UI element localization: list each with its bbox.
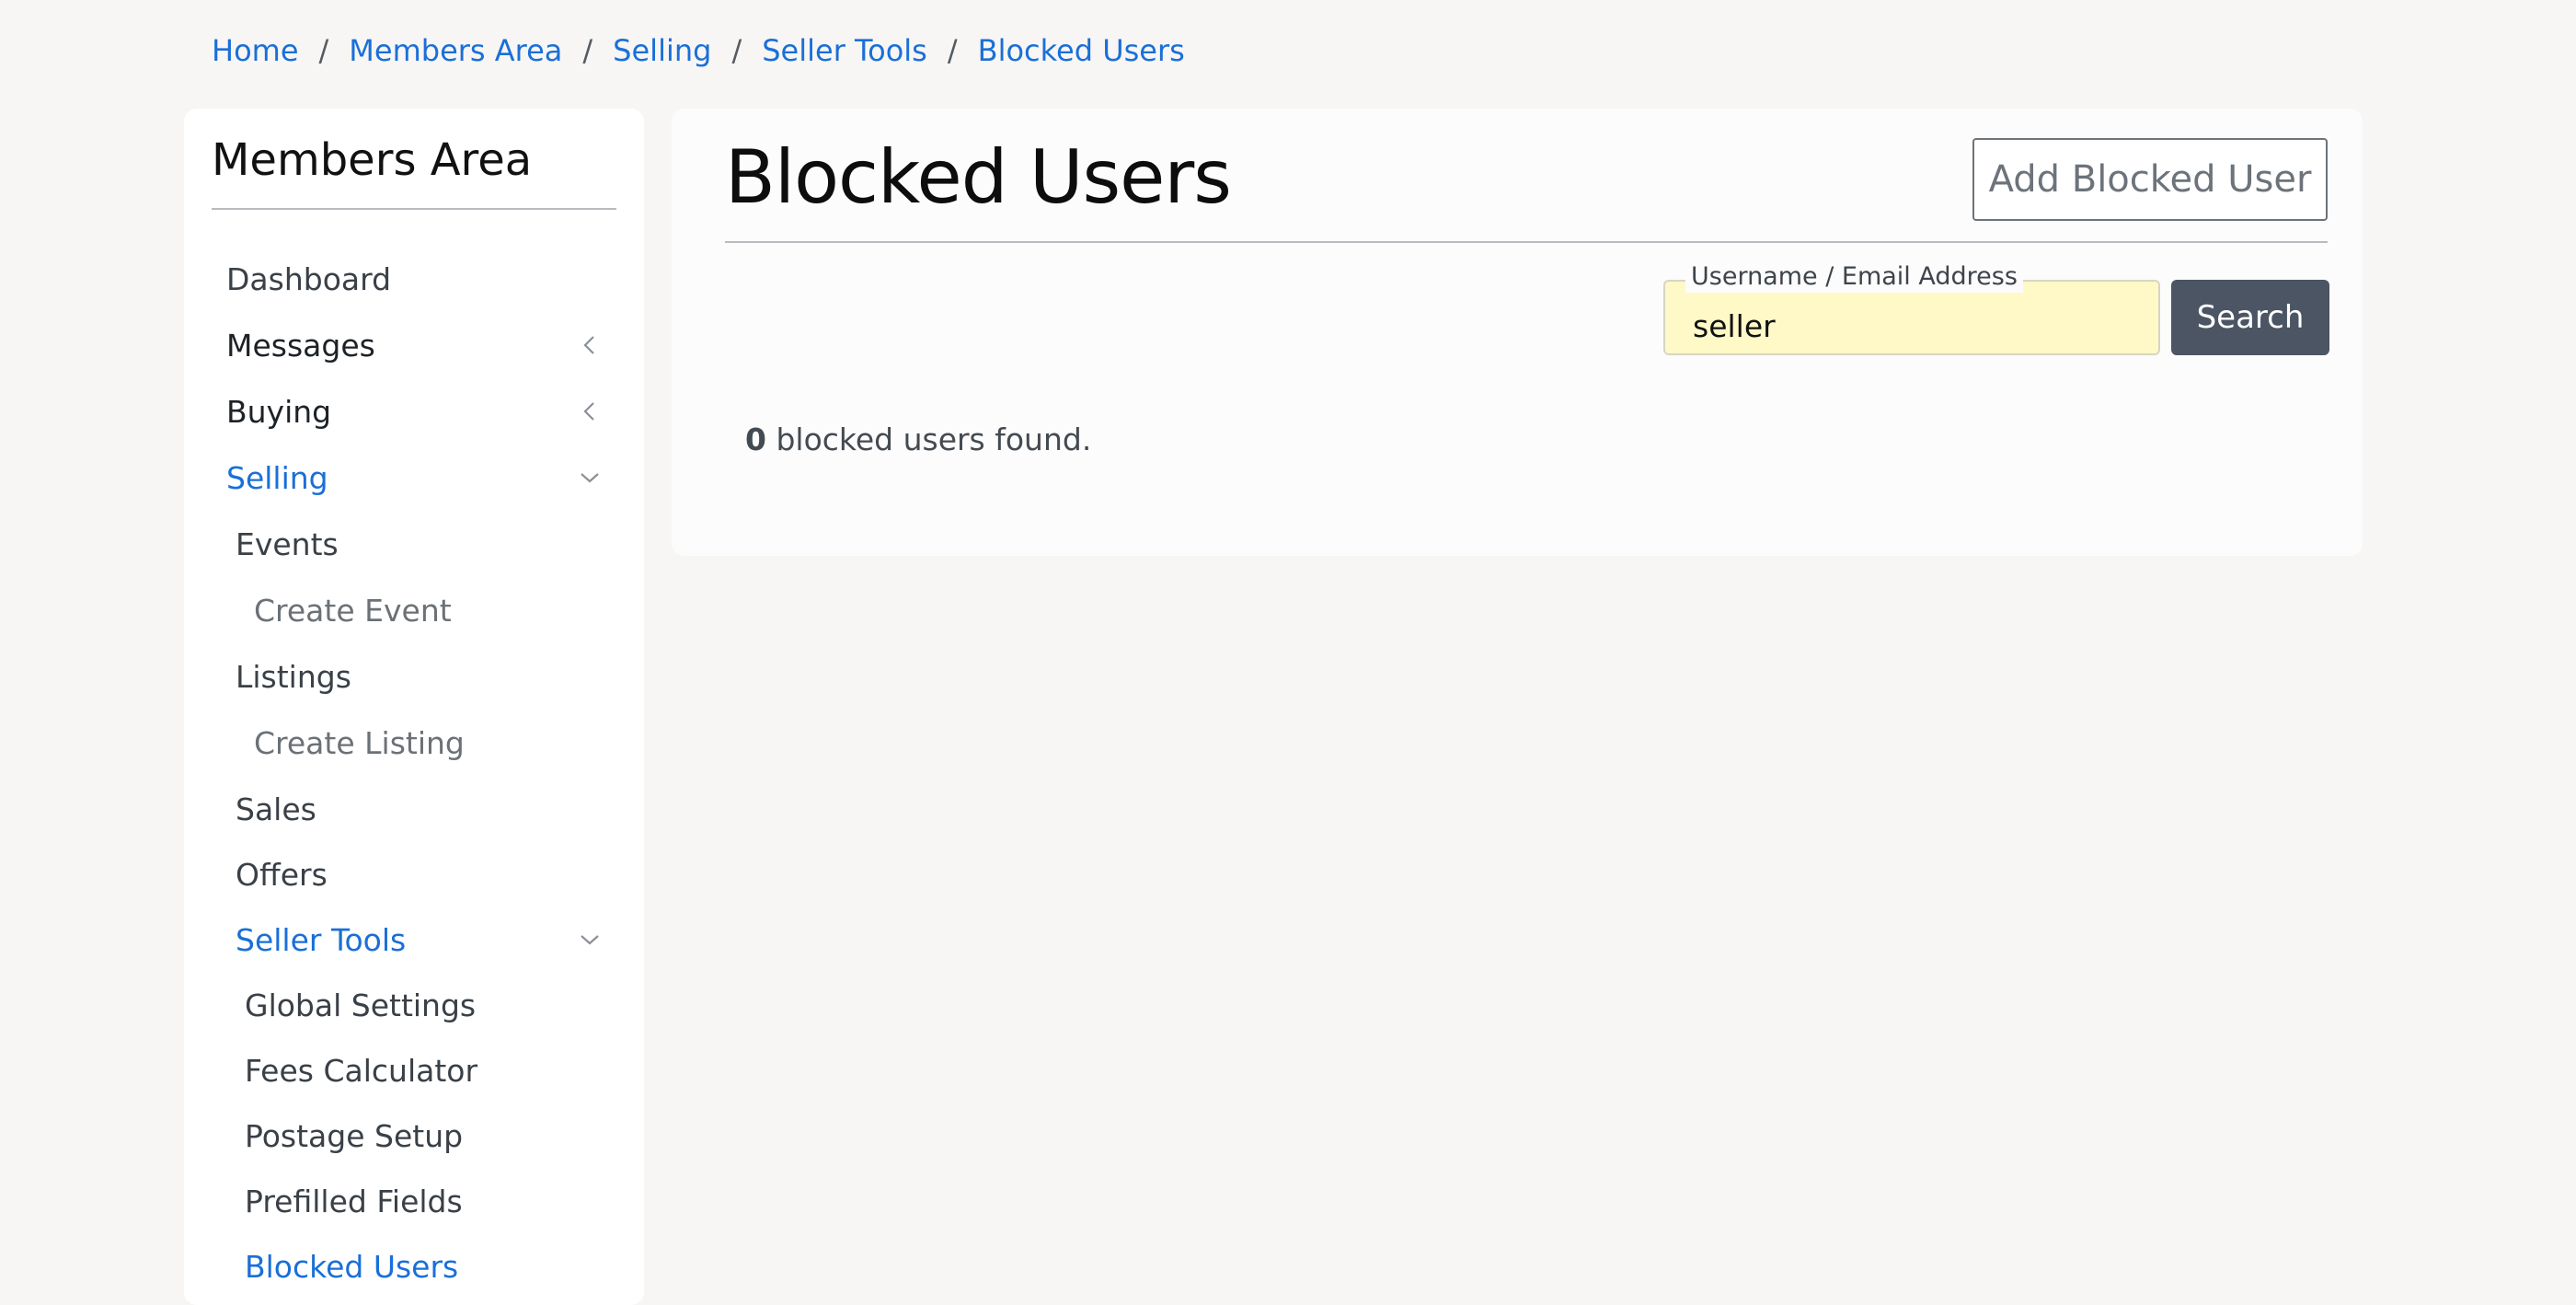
breadcrumb-members-area[interactable]: Members Area xyxy=(349,33,562,68)
sidebar-item-label: Events xyxy=(236,525,339,562)
sidebar-item-global-settings[interactable]: Global Settings xyxy=(245,980,604,1030)
page-title: Blocked Users xyxy=(725,134,1232,220)
sidebar-item-label: Global Settings xyxy=(245,987,477,1023)
search-button[interactable]: Search xyxy=(2171,280,2329,355)
sidebar-item-label: Dashboard xyxy=(226,260,392,297)
sidebar-item-label: Messages xyxy=(226,327,375,364)
sidebar-item-label: Offers xyxy=(236,856,328,893)
breadcrumb: Home / Members Area / Selling / Seller T… xyxy=(212,26,1185,75)
sidebar-item-dashboard[interactable]: Dashboard xyxy=(226,254,604,304)
sidebar-item-seller-tools[interactable]: Seller Tools xyxy=(236,915,604,964)
sidebar-divider xyxy=(212,208,616,210)
sidebar-item-label: Create Listing xyxy=(254,724,465,761)
breadcrumb-separator: / xyxy=(582,33,593,68)
breadcrumb-selling[interactable]: Selling xyxy=(613,33,711,68)
sidebar-item-label: Listings xyxy=(236,658,351,695)
chevron-left-icon xyxy=(576,398,604,425)
sidebar-item-fees-calculator[interactable]: Fees Calculator xyxy=(245,1045,604,1095)
breadcrumb-separator: / xyxy=(731,33,742,68)
sidebar-item-prefilled-fields[interactable]: Prefilled Fields xyxy=(245,1176,604,1226)
sidebar: Members Area Dashboard Messages Buying S… xyxy=(184,109,644,1305)
add-blocked-user-button[interactable]: Add Blocked User xyxy=(1972,138,2328,221)
chevron-down-icon xyxy=(576,464,604,491)
sidebar-item-create-event[interactable]: Create Event xyxy=(254,585,604,635)
sidebar-item-label: Postage Setup xyxy=(245,1117,464,1154)
sidebar-item-label: Create Event xyxy=(254,592,452,629)
sidebar-item-events[interactable]: Events xyxy=(236,519,604,569)
sidebar-item-selling[interactable]: Selling xyxy=(226,453,604,502)
sidebar-item-offers[interactable]: Offers xyxy=(236,849,604,899)
title-divider xyxy=(725,241,2328,243)
sidebar-item-sales[interactable]: Sales xyxy=(236,784,604,834)
sidebar-item-label: Selling xyxy=(226,459,328,496)
sidebar-item-messages[interactable]: Messages xyxy=(226,320,604,370)
breadcrumb-blocked-users[interactable]: Blocked Users xyxy=(978,33,1185,68)
results-summary: 0 blocked users found. xyxy=(745,422,1091,457)
chevron-left-icon xyxy=(576,331,604,359)
breadcrumb-seller-tools[interactable]: Seller Tools xyxy=(762,33,927,68)
sidebar-item-label: Prefilled Fields xyxy=(245,1183,463,1219)
sidebar-item-listings[interactable]: Listings xyxy=(236,652,604,701)
sidebar-item-create-listing[interactable]: Create Listing xyxy=(254,718,604,768)
breadcrumb-separator: / xyxy=(947,33,958,68)
sidebar-item-label: Fees Calculator xyxy=(245,1052,478,1089)
sidebar-item-blocked-users[interactable]: Blocked Users xyxy=(245,1241,604,1291)
chevron-down-icon xyxy=(576,926,604,953)
sidebar-item-postage-setup[interactable]: Postage Setup xyxy=(245,1111,604,1161)
breadcrumb-home[interactable]: Home xyxy=(212,33,299,68)
results-count: 0 xyxy=(745,422,766,457)
sidebar-item-label: Sales xyxy=(236,791,316,827)
main-panel: Blocked Users Add Blocked User Username … xyxy=(672,109,2363,556)
results-text: blocked users found. xyxy=(765,422,1092,457)
sidebar-item-label: Buying xyxy=(226,393,332,430)
sidebar-item-label: Blocked Users xyxy=(245,1248,459,1285)
sidebar-item-label: Seller Tools xyxy=(236,921,407,958)
search-label: Username / Email Address xyxy=(1685,261,2023,293)
sidebar-title: Members Area xyxy=(212,134,533,186)
sidebar-item-buying[interactable]: Buying xyxy=(226,387,604,436)
search-field: Username / Email Address xyxy=(1663,261,2160,355)
breadcrumb-separator: / xyxy=(318,33,329,68)
